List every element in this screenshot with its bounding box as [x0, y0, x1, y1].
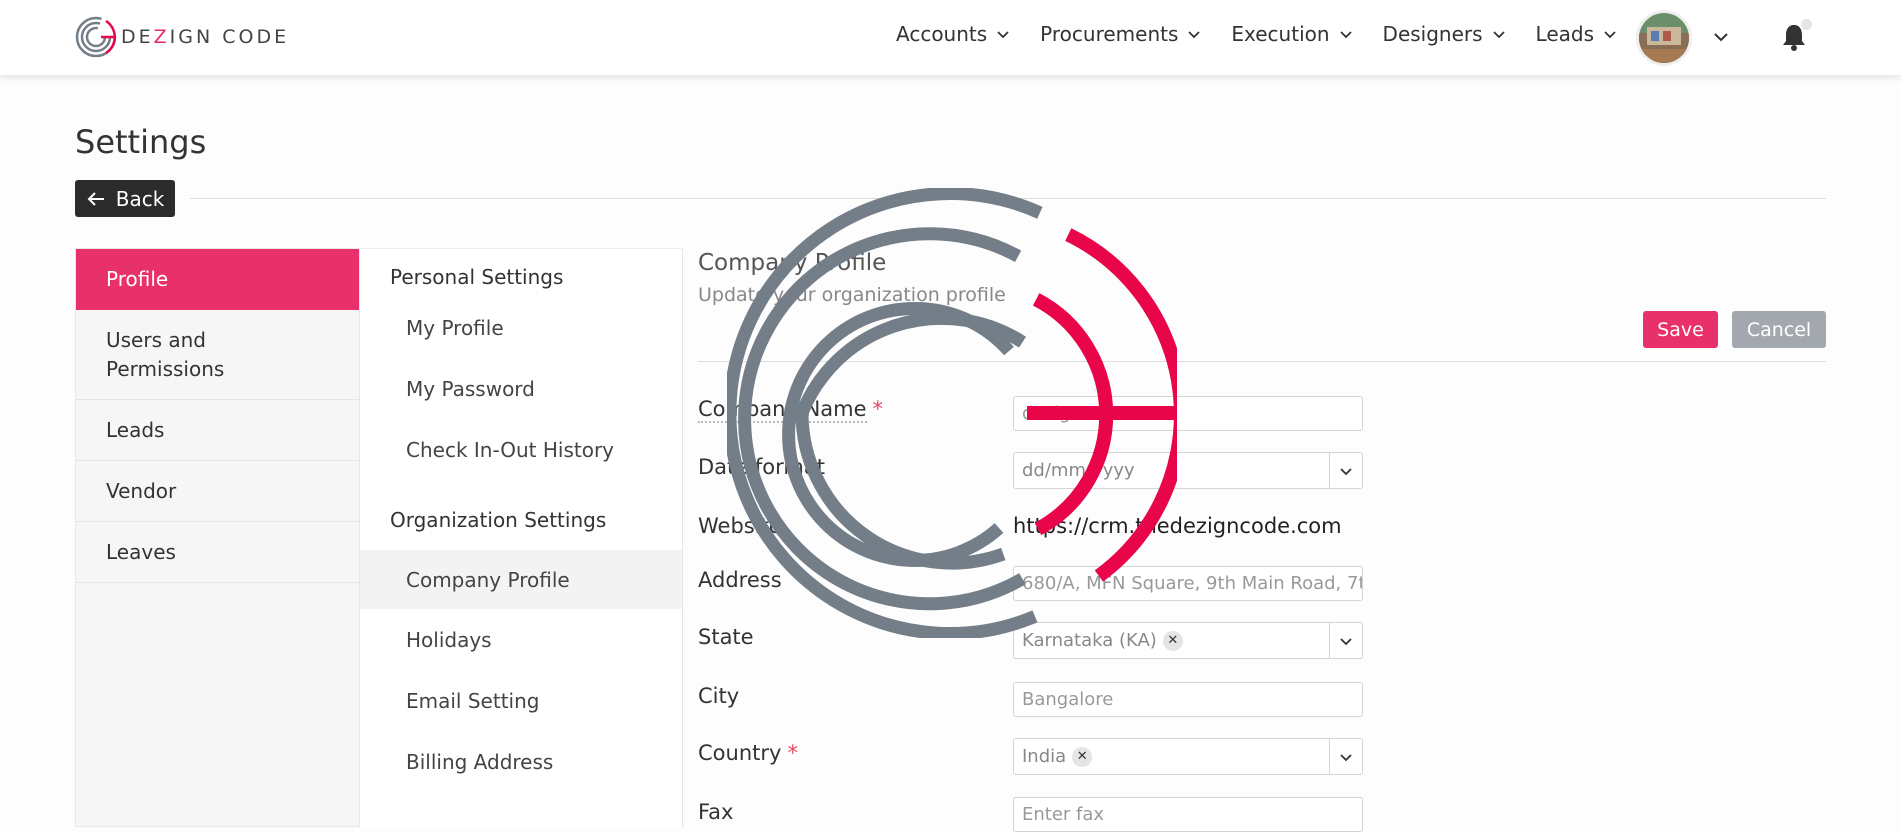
sidebar-item-vendor[interactable]: Vendor	[76, 461, 359, 522]
country-tag: India	[1022, 746, 1067, 767]
chevron-down-icon	[1330, 464, 1362, 478]
page-title: Settings	[75, 123, 207, 161]
city-label: City	[698, 684, 740, 708]
profile-dropdown-chevron-icon[interactable]	[1713, 29, 1729, 45]
submenu-item-holidays[interactable]: Holidays	[360, 610, 682, 669]
brand-name: DEZIGN CODE	[121, 26, 290, 48]
section-subtitle: Update your organization profile	[698, 284, 1006, 306]
remove-tag-icon[interactable]: ✕	[1072, 746, 1093, 767]
sidebar-item-users-permissions[interactable]: Users and Permissions	[76, 310, 359, 400]
date-format-select[interactable]: dd/mm/yyyy	[1013, 452, 1363, 489]
nav-procurements[interactable]: Procurements	[1040, 22, 1201, 46]
submenu-item-check-in-out-history[interactable]: Check In-Out History	[360, 420, 682, 479]
remove-tag-icon[interactable]: ✕	[1162, 630, 1183, 651]
back-button[interactable]: Back	[75, 180, 175, 217]
submenu-item-company-profile[interactable]: Company Profile	[360, 550, 682, 609]
state-select[interactable]: Karnataka (KA) ✕	[1013, 622, 1363, 659]
state-tag: Karnataka (KA)	[1022, 630, 1157, 651]
company-name-label: Company Name *	[698, 397, 884, 423]
settings-sidebar: Profile Users and Permissions Leads Vend…	[75, 248, 360, 827]
chevron-down-icon	[1492, 31, 1505, 39]
nav-execution[interactable]: Execution	[1231, 22, 1352, 46]
nav-leads[interactable]: Leads	[1536, 22, 1617, 46]
submenu-item-email-setting[interactable]: Email Setting	[360, 671, 682, 730]
section-title: Company Profile	[698, 250, 887, 276]
fax-label: Fax	[698, 800, 734, 824]
country-select[interactable]: India ✕	[1013, 738, 1363, 775]
main-nav: Accounts Procurements Execution Designer…	[896, 22, 1647, 46]
address-label: Address	[698, 568, 782, 592]
nav-designers[interactable]: Designers	[1383, 22, 1506, 46]
top-navbar: DEZIGN CODE Accounts Procurements Execut…	[0, 0, 1901, 75]
cancel-button[interactable]: Cancel	[1732, 311, 1826, 348]
sidebar-item-profile[interactable]: Profile	[76, 249, 359, 310]
divider	[190, 198, 1826, 199]
company-name-input[interactable]: dezigncode	[1013, 396, 1363, 431]
date-format-label: Date format	[698, 455, 825, 479]
chevron-down-icon	[1339, 31, 1352, 39]
chevron-down-icon	[1330, 634, 1362, 648]
website-value: https://crm.thedezigncode.com	[1013, 514, 1342, 538]
save-button[interactable]: Save	[1643, 311, 1718, 348]
chevron-down-icon	[997, 31, 1009, 39]
city-input[interactable]: Bangalore	[1013, 682, 1363, 717]
submenu-item-my-password[interactable]: My Password	[360, 359, 682, 418]
notification-badge	[1801, 19, 1812, 30]
state-label: State	[698, 625, 754, 649]
country-label: Country *	[698, 741, 798, 765]
divider	[698, 361, 1826, 362]
website-label: Website	[698, 514, 782, 538]
brand-logo[interactable]: DEZIGN CODE	[74, 15, 289, 59]
arrow-left-icon	[87, 191, 104, 206]
sidebar-item-leads[interactable]: Leads	[76, 400, 359, 461]
chevron-down-icon	[1330, 750, 1362, 764]
submenu-item-my-profile[interactable]: My Profile	[360, 298, 682, 357]
organization-settings-heading: Organization Settings	[390, 508, 607, 532]
personal-settings-heading: Personal Settings	[390, 265, 564, 289]
submenu-item-billing-address[interactable]: Billing Address	[360, 732, 682, 791]
address-input[interactable]: 680/A, MFN Square, 9th Main Road, 7th Se…	[1013, 566, 1363, 601]
avatar-image	[1639, 13, 1689, 63]
sidebar-item-leaves[interactable]: Leaves	[76, 522, 359, 583]
company-profile-panel: Company Profile Update your organization…	[683, 248, 1826, 832]
chevron-down-icon	[1188, 31, 1201, 39]
chevron-down-icon	[1604, 31, 1616, 39]
profile-submenu: Personal Settings My Profile My Password…	[360, 248, 683, 827]
nav-accounts[interactable]: Accounts	[896, 22, 1010, 46]
user-avatar[interactable]	[1636, 10, 1692, 66]
logo-icon	[75, 16, 117, 58]
